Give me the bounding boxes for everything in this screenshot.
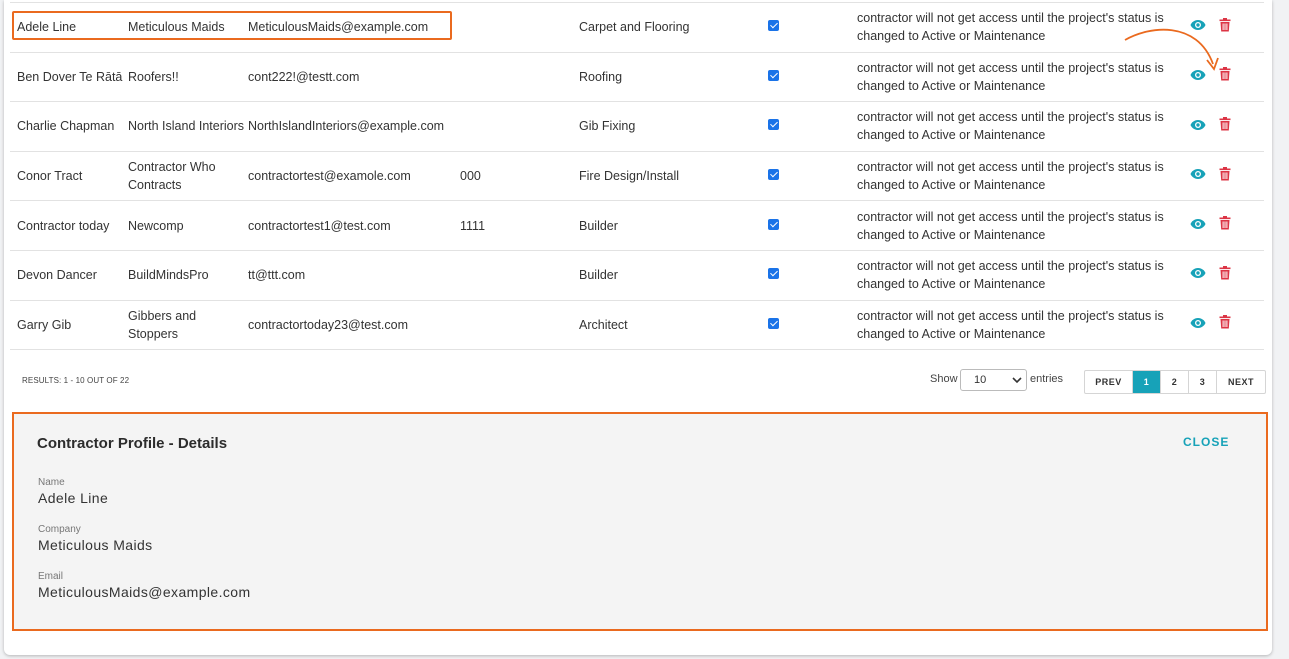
table-row: Conor Tract Contractor Who Contracts contr… — [10, 151, 1264, 202]
eye-icon[interactable] — [1190, 118, 1206, 136]
eye-icon[interactable] — [1190, 316, 1206, 334]
next-page-button[interactable]: NEXT — [1217, 371, 1265, 393]
page-button-1[interactable]: 1 — [1133, 371, 1161, 393]
contractor-phone — [460, 2, 579, 53]
contractor-email: contractortest1@test.com — [248, 200, 460, 251]
eye-icon[interactable] — [1190, 266, 1206, 284]
table-row: Devon Dancer BuildMindsPro tt@ttt.com Build… — [10, 250, 1264, 301]
company-value: Meticulous Maids — [38, 537, 153, 553]
checkbox-icon[interactable] — [768, 119, 779, 131]
contractor-name: Garry Gib — [10, 300, 128, 351]
access-note: contractor will not get access until the… — [857, 151, 1188, 202]
email-label: Email — [38, 571, 64, 582]
contractor-phone — [460, 250, 579, 301]
table-row: Garry Gib Gibbers and Stoppers contractort… — [10, 300, 1264, 351]
company-name: North Island Interiors — [128, 101, 248, 152]
eye-icon[interactable] — [1190, 217, 1206, 235]
checkbox-icon[interactable] — [768, 20, 779, 32]
profile-title: Contractor Profile - Details — [37, 435, 228, 452]
contractor-trade: Roofing — [579, 52, 763, 103]
contractor-email: MeticulousMaids@example.com — [248, 2, 460, 53]
trash-icon[interactable] — [1219, 315, 1231, 334]
name-value: Adele Line — [38, 490, 109, 506]
contractor-email: tt@ttt.com — [248, 250, 460, 301]
contractor-trade: Carpet and Flooring — [579, 2, 763, 53]
company-name: Contractor Who Contracts — [128, 151, 248, 202]
access-note: contractor will not get access until the… — [857, 200, 1188, 251]
contractor-phone — [460, 52, 579, 103]
access-note: contractor will not get access until the… — [857, 300, 1188, 351]
contractor-email: NorthIslandInteriors@example.com — [248, 101, 460, 152]
contractor-phone: 000 — [460, 151, 579, 202]
table-row: Adele Line Meticulous Maids MeticulousMaid… — [10, 2, 1264, 53]
checkbox-icon[interactable] — [768, 317, 779, 329]
page-size-value: 10 — [974, 374, 987, 386]
access-note: contractor will not get access until the… — [857, 250, 1188, 301]
contractor-name: Adele Line — [10, 2, 128, 53]
contractor-name: Contractor today — [10, 200, 128, 251]
contractor-phone: 1111 — [460, 200, 579, 251]
close-button[interactable]: CLOSE — [1183, 435, 1229, 449]
checkbox-icon[interactable] — [768, 268, 779, 280]
contractor-phone — [460, 101, 579, 152]
access-note: contractor will not get access until the… — [857, 101, 1188, 152]
table-row: Contractor today Newcomp contractortest1@t… — [10, 200, 1264, 251]
trash-icon[interactable] — [1219, 17, 1231, 37]
page-size-select[interactable]: 10 — [960, 369, 1027, 391]
contractor-email: contractortest@examole.com — [248, 151, 460, 202]
eye-icon[interactable] — [1190, 18, 1206, 36]
table-row: Charlie Chapman North Island Interiors Nor… — [10, 101, 1264, 152]
pagination: PREV 1 2 3 NEXT — [1084, 370, 1266, 394]
checkbox-icon[interactable] — [768, 69, 779, 81]
eye-icon[interactable] — [1190, 68, 1206, 86]
trash-icon[interactable] — [1219, 216, 1231, 235]
contractors-table: Adele Line Meticulous Maids MeticulousMaid… — [10, 2, 1264, 351]
table-row: Ben Dover Te Rātā Roofers!! cont222!@testt… — [10, 52, 1264, 103]
contractor-name: Ben Dover Te Rātā — [10, 52, 128, 103]
checkbox-icon[interactable] — [768, 169, 779, 181]
access-note: contractor will not get access until the… — [857, 52, 1188, 103]
page-button-3[interactable]: 3 — [1189, 371, 1217, 393]
contractor-profile-panel: Contractor Profile - Details CLOSE Name … — [12, 412, 1268, 631]
contractor-trade: Architect — [579, 300, 763, 351]
access-note: contractor will not get access until the… — [857, 2, 1188, 53]
entries-label: entries — [1030, 373, 1064, 385]
contractor-name: Charlie Chapman — [10, 101, 128, 152]
trash-icon[interactable] — [1219, 166, 1231, 186]
company-name: Meticulous Maids — [128, 2, 248, 53]
page-button-2[interactable]: 2 — [1161, 371, 1189, 393]
contractor-name: Conor Tract — [10, 151, 128, 202]
trash-icon[interactable] — [1219, 67, 1231, 86]
trash-icon[interactable] — [1219, 117, 1231, 136]
company-name: Roofers!! — [128, 52, 248, 103]
name-label: Name — [38, 477, 65, 488]
trash-icon[interactable] — [1219, 265, 1231, 285]
company-name: Gibbers and Stoppers — [128, 300, 248, 351]
show-label: Show — [930, 373, 958, 385]
eye-icon[interactable] — [1190, 167, 1206, 185]
contractor-phone — [460, 300, 579, 351]
company-name: Newcomp — [128, 200, 248, 251]
company-label: Company — [38, 524, 81, 535]
contractor-trade: Fire Design/Install — [579, 151, 763, 202]
email-value: MeticulousMaids@example.com — [38, 584, 251, 600]
company-name: BuildMindsPro — [128, 250, 248, 301]
checkbox-icon[interactable] — [768, 218, 779, 230]
contractor-name: Devon Dancer — [10, 250, 128, 301]
contractor-trade: Builder — [579, 250, 763, 301]
results-count: RESULTS: 1 - 10 OUT OF 22 — [22, 376, 130, 385]
contractor-email: cont222!@testt.com — [248, 52, 460, 103]
contractor-trade: Gib Fixing — [579, 101, 763, 152]
contractor-email: contractortoday23@test.com — [248, 300, 460, 351]
chevron-down-icon — [1012, 377, 1022, 384]
prev-page-button[interactable]: PREV — [1085, 371, 1133, 393]
contractor-trade: Builder — [579, 200, 763, 251]
